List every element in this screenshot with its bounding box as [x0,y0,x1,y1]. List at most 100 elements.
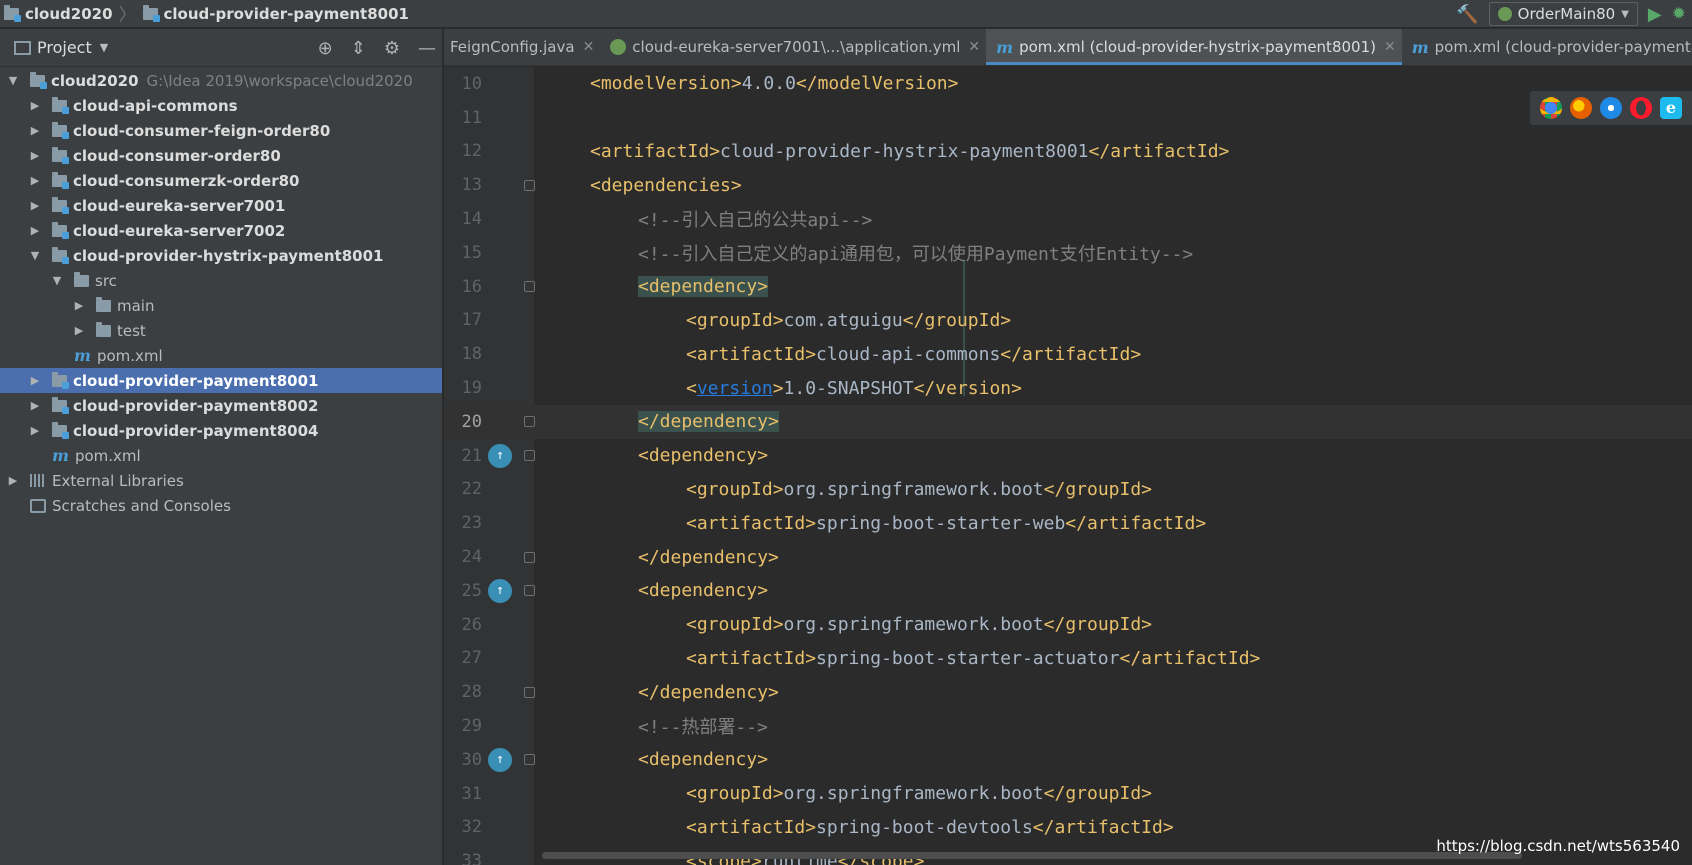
tree-item-cloud-eureka-server7002[interactable]: ▶ cloud-eureka-server7002 [0,218,442,243]
tab-application-yml[interactable]: cloud-eureka-server7001\...\application.… [600,29,986,65]
tree-item-pom-xml[interactable]: m pom.xml [0,343,442,368]
tab-pom-payment80[interactable]: m pom.xml (cloud-provider-payment80 [1402,29,1692,65]
fold-marker-icon[interactable] [524,551,535,563]
code-line[interactable]: 13 <dependencies> [444,168,1692,202]
tree-item-test[interactable]: ▶ test [0,318,442,343]
code-line[interactable]: 11 [444,101,1692,135]
code-text: <groupId>com.atguigu</groupId> [686,310,1011,331]
override-method-icon[interactable]: ↑ [488,747,512,772]
tree-item-cloud2020[interactable]: ▼ cloud2020 G:\Idea 2019\workspace\cloud… [0,68,442,93]
chevron-down-icon[interactable]: ▼ [28,249,42,262]
bug-icon[interactable]: ✹ [1672,4,1686,24]
code-line[interactable]: 31 <groupId>org.springframework.boot</gro… [444,777,1692,811]
firefox-icon[interactable] [1570,97,1592,119]
code-line[interactable]: 14 <!--引入自己的公共api--> [444,202,1692,236]
override-method-icon[interactable]: ↑ [488,578,512,603]
chevron-right-icon[interactable]: ▶ [28,424,42,437]
tree-item-external-libraries[interactable]: ▶ External Libraries [0,468,442,493]
line-number: 27 [461,648,482,669]
tree-item-cloud-provider-hystrix-payment8001[interactable]: ▼ cloud-provider-hystrix-payment8001 [0,243,442,268]
ie-icon[interactable]: e [1660,97,1682,119]
project-panel-title[interactable]: Project [37,38,92,57]
chevron-down-icon[interactable]: ▼ [100,41,108,54]
chevron-right-icon[interactable]: ▶ [72,299,86,312]
chevron-right-icon[interactable]: ▶ [28,99,42,112]
tree-item-cloud-consumerzk-order80[interactable]: ▶ cloud-consumerzk-order80 [0,168,442,193]
chevron-right-icon[interactable]: ▶ [28,374,42,387]
module-folder-icon [52,146,69,164]
code-line[interactable]: 15 <!--引入自己定义的api通用包，可以使用Payment支付Entity-… [444,236,1692,270]
chevron-right-icon[interactable]: ▶ [28,199,42,212]
fold-marker-icon[interactable] [524,281,535,293]
fold-marker-icon[interactable] [524,585,535,597]
chevron-right-icon[interactable]: ▶ [28,224,42,237]
close-icon[interactable]: ✕ [968,39,980,55]
project-panel-header: Project ▼ ⊕ ⇕ ⚙ — [0,29,442,67]
breadcrumb-item-module[interactable]: cloud-provider-payment8001 [164,5,409,23]
code-line[interactable]: 10 <modelVersion>4.0.0</modelVersion> [444,67,1692,101]
tree-item-root-pom-xml[interactable]: m pom.xml [0,443,442,468]
code-text: <artifactId>cloud-api-commons</artifactI… [686,344,1141,365]
safari-icon[interactable] [1600,97,1622,119]
chevron-down-icon[interactable]: ▼ [6,74,20,87]
code-line[interactable]: 20 </dependency> [444,405,1692,439]
gear-icon[interactable]: ⚙ [384,38,400,59]
fold-marker-icon[interactable] [524,179,535,191]
code-text: <artifactId>cloud-provider-hystrix-payme… [590,141,1229,162]
chevron-right-icon[interactable]: ▶ [28,399,42,412]
chevron-right-icon[interactable]: ▶ [6,474,20,487]
chrome-icon[interactable] [1540,97,1562,119]
chevron-right-icon[interactable]: ▶ [28,124,42,137]
tree-item-main[interactable]: ▶ main [0,293,442,318]
chevron-down-icon[interactable]: ▼ [50,274,64,287]
code-line[interactable]: 28 </dependency> [444,675,1692,709]
minimize-icon[interactable]: — [418,38,436,59]
close-icon[interactable]: ✕ [583,39,595,55]
fold-marker-icon[interactable] [524,686,535,698]
code-line[interactable]: 26 <groupId>org.springframework.boot</gro… [444,608,1692,642]
play-icon[interactable]: ▶ [1648,4,1662,25]
opera-icon[interactable] [1630,97,1652,119]
code-line[interactable]: 18 <artifactId>cloud-api-commons</artifac… [444,337,1692,371]
code-line[interactable]: 25 ↑ <dependency> [444,574,1692,608]
fold-marker-icon[interactable] [524,450,535,462]
breadcrumb-item-root[interactable]: cloud2020 [25,5,113,23]
chevron-right-icon[interactable]: ▶ [28,174,42,187]
code-line[interactable]: 29 <!--热部署--> [444,709,1692,743]
tree-item-cloud-api-commons[interactable]: ▶ cloud-api-commons [0,93,442,118]
tab-feignconfig-java[interactable]: FeignConfig.java ✕ [444,29,600,65]
fold-marker-icon[interactable] [524,754,535,766]
tree-item-cloud-consumer-order80[interactable]: ▶ cloud-consumer-order80 [0,143,442,168]
tab-pom-hystrix-payment8001[interactable]: m pom.xml (cloud-provider-hystrix-paymen… [986,29,1402,65]
code-line[interactable]: 30 ↑ <dependency> [444,743,1692,777]
tree-item-cloud-provider-payment8002[interactable]: ▶ cloud-provider-payment8002 [0,393,442,418]
horizontal-scrollbar[interactable] [542,852,1522,859]
code-line[interactable]: 21 ↑ <dependency> [444,439,1692,473]
line-number: 16 [461,276,482,297]
chevron-right-icon[interactable]: ▶ [72,324,86,337]
code-line[interactable]: 17 <groupId>com.atguigu</groupId> [444,304,1692,338]
locate-icon[interactable]: ⊕ [318,38,333,59]
run-configuration-select[interactable]: OrderMain80 ▼ [1488,2,1638,26]
hammer-icon[interactable]: 🔨 [1456,4,1478,25]
tree-item-src[interactable]: ▼ src [0,268,442,293]
tree-item-cloud-eureka-server7001[interactable]: ▶ cloud-eureka-server7001 [0,193,442,218]
code-token: org.springframework.boot [783,783,1044,805]
override-method-icon[interactable]: ↑ [488,443,512,468]
code-line[interactable]: 22 <groupId>org.springframework.boot</gro… [444,473,1692,507]
code-line[interactable]: 16 <dependency> [444,270,1692,304]
code-line[interactable]: 23 <artifactId>spring-boot-starter-web</a… [444,506,1692,540]
code-line[interactable]: 27 <artifactId>spring-boot-starter-actuat… [444,642,1692,676]
tree-item-cloud-provider-payment8001[interactable]: ▶ cloud-provider-payment8001 [0,368,442,393]
chevron-right-icon[interactable]: ▶ [28,149,42,162]
tree-item-scratches[interactable]: Scratches and Consoles [0,493,442,518]
code-line[interactable]: 12 <artifactId>cloud-provider-hystrix-pay… [444,135,1692,169]
code-editor[interactable]: 10 <modelVersion>4.0.0</modelVersion> 11 12… [444,67,1692,865]
fold-marker-icon[interactable] [524,416,535,428]
tree-item-cloud-consumer-feign-order80[interactable]: ▶ cloud-consumer-feign-order80 [0,118,442,143]
code-line[interactable]: 19 <version>1.0-SNAPSHOT</version> [444,371,1692,405]
tree-item-cloud-provider-payment8004[interactable]: ▶ cloud-provider-payment8004 [0,418,442,443]
close-icon[interactable]: ✕ [1384,39,1396,55]
collapse-all-icon[interactable]: ⇕ [351,38,366,59]
code-line[interactable]: 24 </dependency> [444,540,1692,574]
